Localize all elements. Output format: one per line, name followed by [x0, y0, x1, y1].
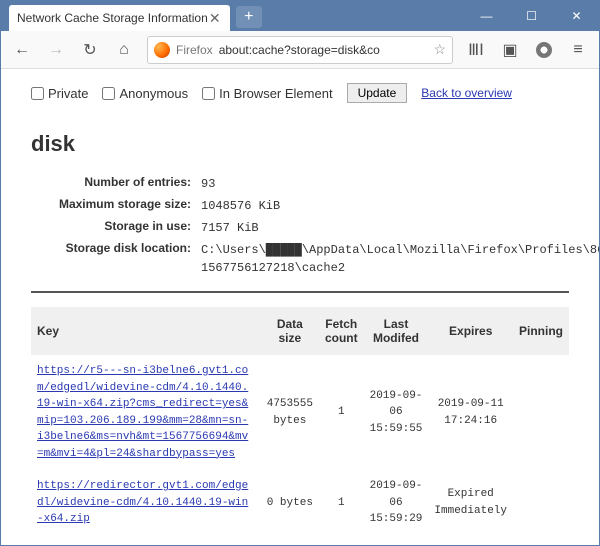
data-size-cell: 0 bytes	[261, 470, 319, 536]
in-browser-checkbox[interactable]: In Browser Element	[202, 86, 332, 101]
anonymous-checkbox[interactable]: Anonymous	[102, 86, 188, 101]
sidebar-icon[interactable]: ▣	[495, 35, 525, 65]
cache-key-link[interactable]: http://ciscobinary.openh264.org/openh264	[37, 544, 253, 546]
fetch-count-cell: 1	[319, 470, 364, 536]
location-value: C:\Users\█████\AppData\Local\Mozilla\Fir…	[201, 241, 501, 277]
col-key: Key	[31, 307, 261, 355]
cache-key-link[interactable]: https://r5---sn-i3belne6.gvt1.com/edgedl…	[37, 363, 253, 462]
browser-tab[interactable]: Network Cache Storage Information ✕	[9, 5, 230, 31]
in-use-value: 7157 KiB	[201, 219, 259, 237]
firefox-icon	[154, 42, 170, 58]
divider	[31, 291, 569, 293]
pinning-cell	[513, 536, 569, 546]
filter-controls: Private Anonymous In Browser Element Upd…	[31, 83, 569, 103]
menu-button[interactable]: ≡	[563, 35, 593, 65]
back-button[interactable]: ←	[7, 35, 37, 65]
modified-cell: 2019-09-07	[364, 536, 429, 546]
forward-button[interactable]: →	[41, 35, 71, 65]
data-size-cell: 453023	[261, 536, 319, 546]
in-use-label: Storage in use:	[31, 219, 201, 233]
reload-button[interactable]: ↻	[75, 35, 105, 65]
pinning-cell	[513, 470, 569, 536]
url-text: about:cache?storage=disk&co	[219, 43, 380, 57]
entries-value: 93	[201, 175, 215, 193]
new-tab-button[interactable]: +	[236, 6, 262, 28]
update-button[interactable]: Update	[347, 83, 408, 103]
bookmark-star-icon[interactable]: ☆	[433, 41, 446, 58]
home-button[interactable]: ⌂	[109, 35, 139, 65]
col-data-size: Data size	[261, 307, 319, 355]
nav-toolbar: ← → ↻ ⌂ Firefox about:cache?storage=disk…	[1, 31, 599, 69]
max-size-label: Maximum storage size:	[31, 197, 201, 211]
col-expires: Expires	[428, 307, 513, 355]
location-label: Storage disk location:	[31, 241, 201, 255]
table-row: https://redirector.gvt1.com/edgedl/widev…	[31, 470, 569, 536]
expires-cell: 2019-09-11 17:24:16	[428, 355, 513, 470]
pinning-cell	[513, 355, 569, 470]
cache-table: Key Data size Fetch count Last Modifed E…	[31, 307, 569, 545]
storage-meta: Number of entries:93 Maximum storage siz…	[31, 175, 569, 277]
storage-heading: disk	[31, 131, 569, 157]
col-pinning: Pinning	[513, 307, 569, 355]
address-bar[interactable]: Firefox about:cache?storage=disk&co ☆	[147, 36, 453, 64]
max-size-value: 1048576 KiB	[201, 197, 280, 215]
page-content: Private Anonymous In Browser Element Upd…	[1, 69, 599, 545]
title-bar: Network Cache Storage Information ✕ + — …	[1, 1, 599, 31]
extension-icon[interactable]	[529, 35, 559, 65]
expires-cell: Expired Immediately	[428, 470, 513, 536]
data-size-cell: 4753555 bytes	[261, 355, 319, 470]
cache-key-link[interactable]: https://redirector.gvt1.com/edgedl/widev…	[37, 478, 253, 528]
fetch-count-cell: 1	[319, 355, 364, 470]
firefox-label: Firefox	[176, 43, 213, 57]
maximize-button[interactable]: ☐	[509, 1, 554, 31]
window-controls: — ☐ ✕	[464, 1, 599, 31]
close-tab-icon[interactable]: ✕	[208, 11, 222, 25]
entries-label: Number of entries:	[31, 175, 201, 189]
col-last-modified: Last Modifed	[364, 307, 429, 355]
back-to-overview-link[interactable]: Back to overview	[421, 86, 512, 100]
col-fetch-count: Fetch count	[319, 307, 364, 355]
tab-title: Network Cache Storage Information	[17, 11, 208, 25]
close-window-button[interactable]: ✕	[554, 1, 599, 31]
private-checkbox[interactable]: Private	[31, 86, 88, 101]
expires-cell: 2019-09	[428, 536, 513, 546]
minimize-button[interactable]: —	[464, 1, 509, 31]
table-row: https://r5---sn-i3belne6.gvt1.com/edgedl…	[31, 355, 569, 470]
modified-cell: 2019-09-06 15:59:29	[364, 470, 429, 536]
fetch-count-cell	[319, 536, 364, 546]
library-icon[interactable]: ⅢⅠ	[461, 35, 491, 65]
table-row: http://ciscobinary.openh264.org/openh264…	[31, 536, 569, 546]
modified-cell: 2019-09-06 15:59:55	[364, 355, 429, 470]
